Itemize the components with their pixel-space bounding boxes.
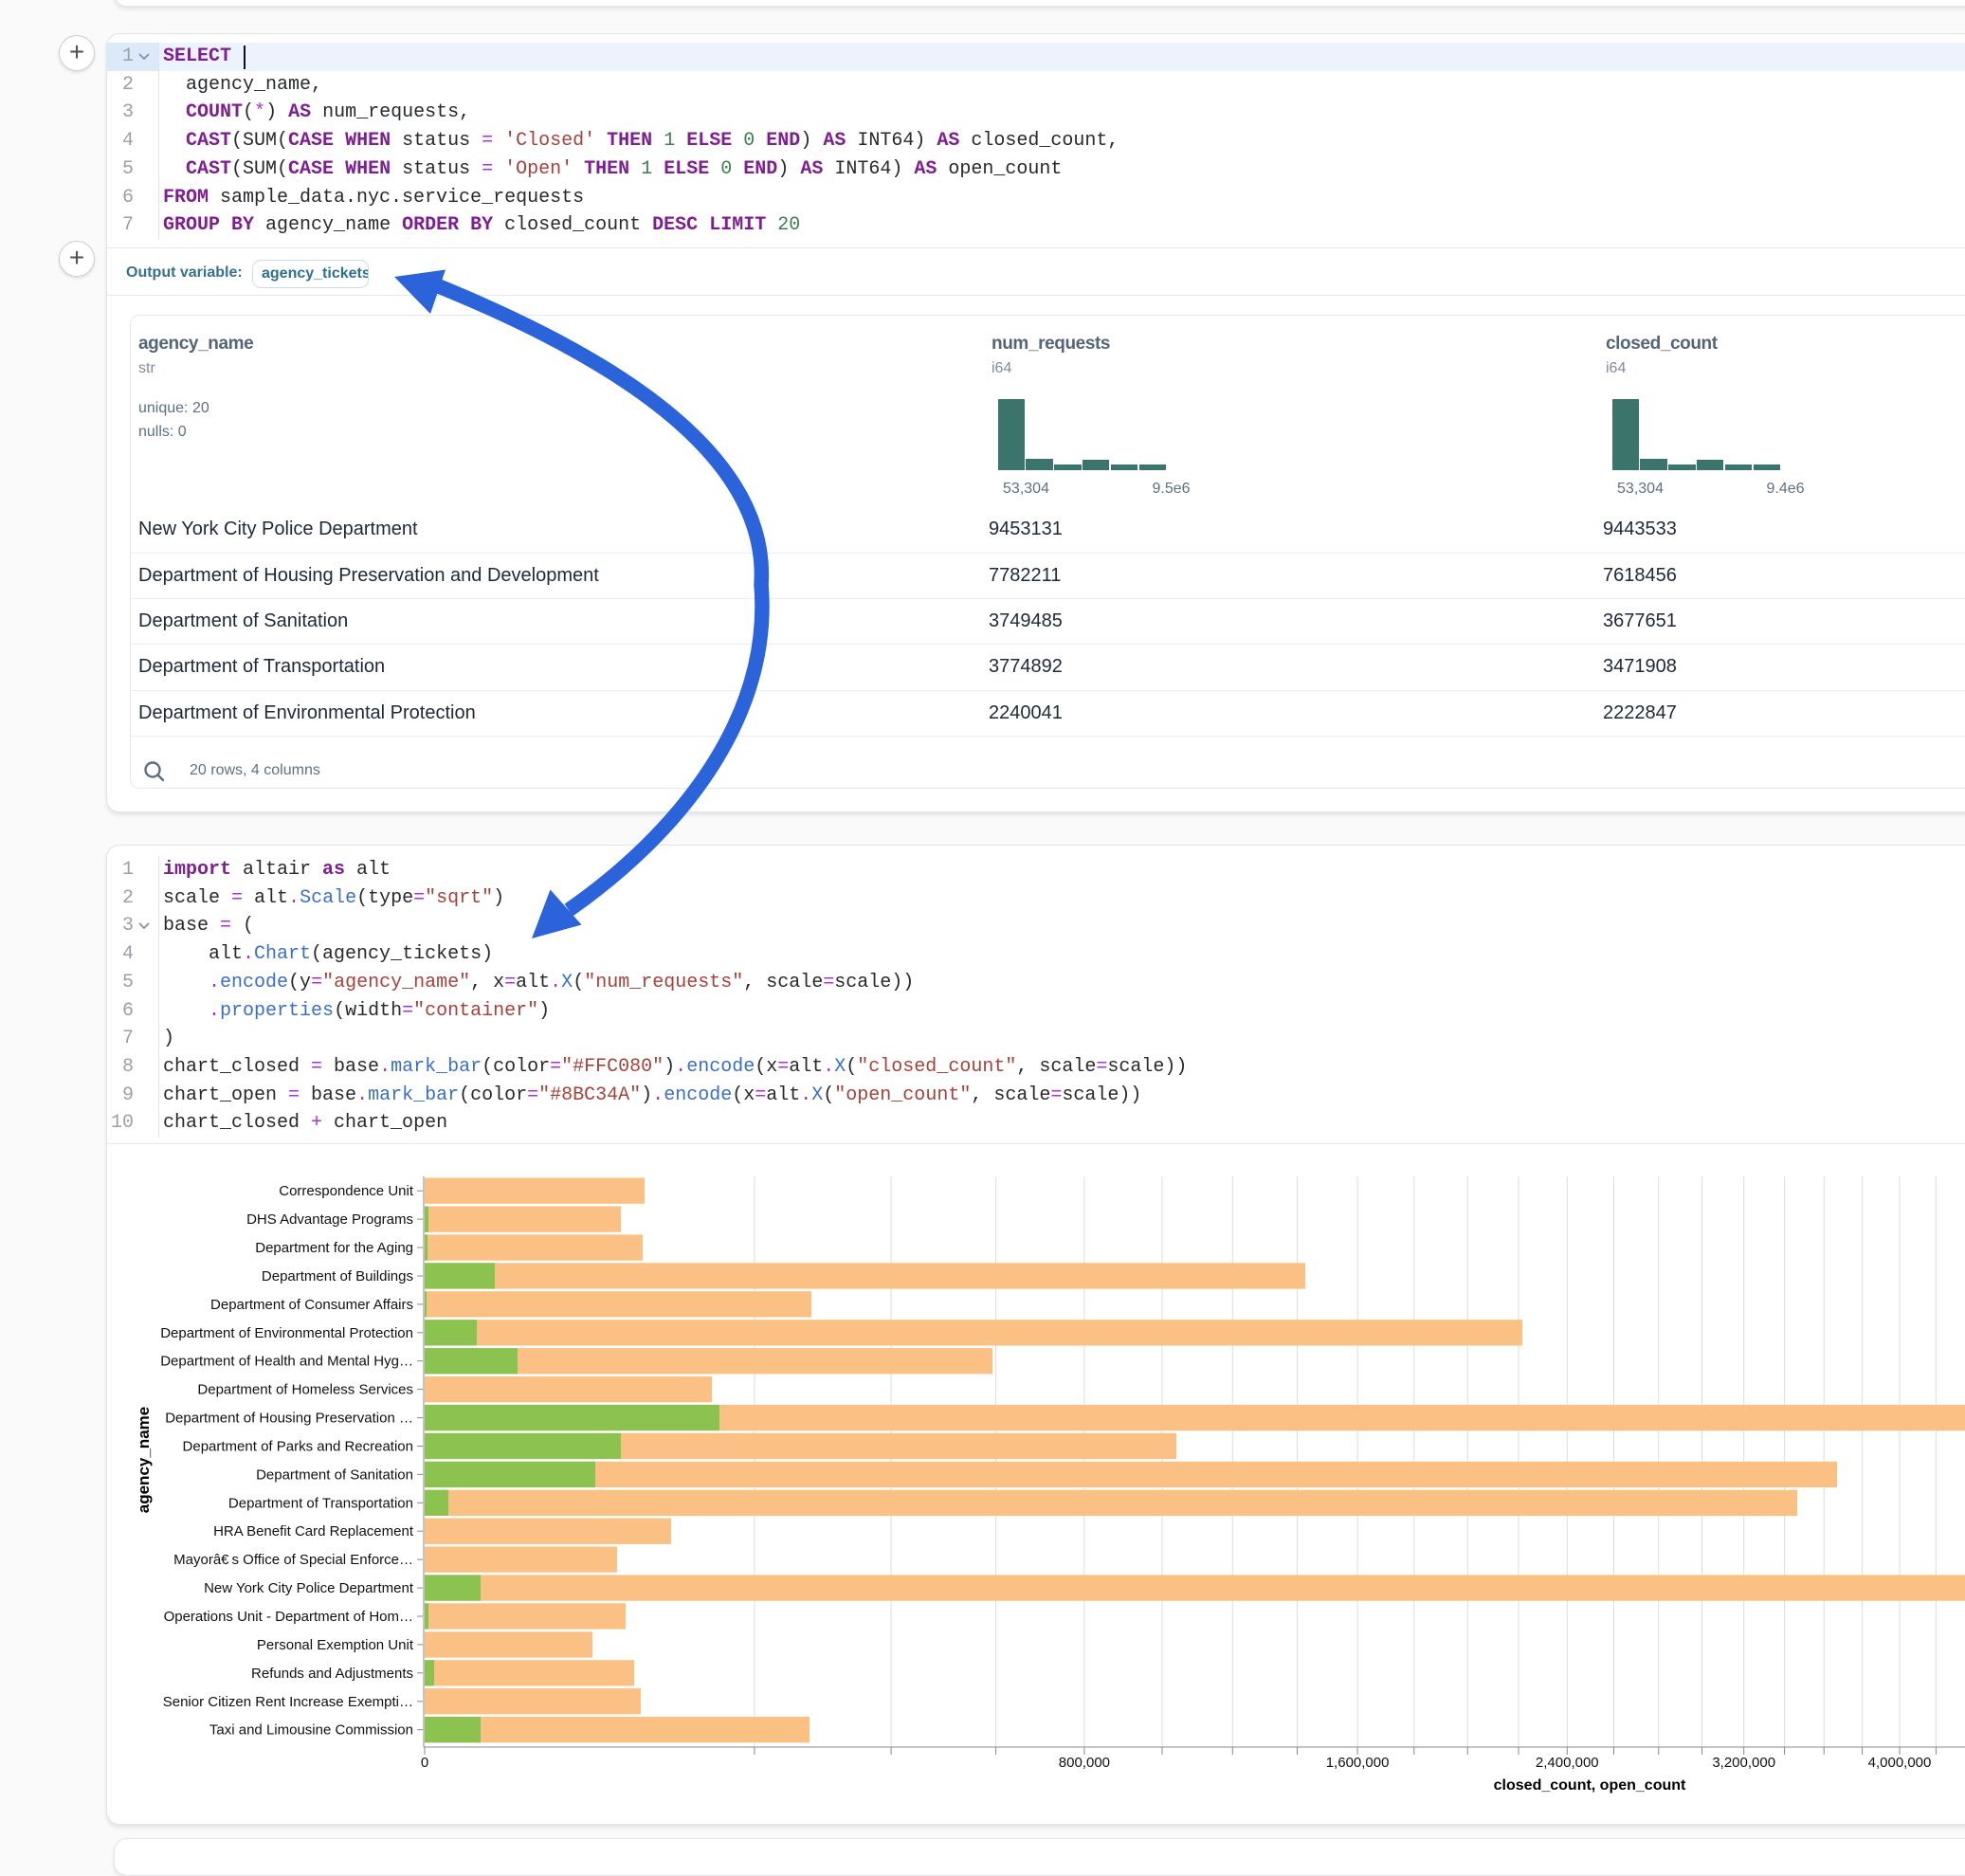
svg-text:Department of Housing Preserva: Department of Housing Preservation … <box>165 1411 413 1427</box>
svg-text:Mayorâ€ s Office of Special En: Mayorâ€ s Office of Special Enforce… <box>173 1552 413 1568</box>
svg-text:3,200,000: 3,200,000 <box>1712 1755 1775 1771</box>
svg-text:Department of Sanitation: Department of Sanitation <box>256 1466 413 1483</box>
svg-text:HRA Benefit Card Replacement: HRA Benefit Card Replacement <box>213 1523 414 1539</box>
svg-text:Department of Health and Menta: Department of Health and Mental Hyg… <box>160 1354 413 1370</box>
svg-text:Senior Citizen Rent Increase E: Senior Citizen Rent Increase Exempti… <box>163 1694 413 1710</box>
svg-text:Department of Transportation: Department of Transportation <box>228 1495 413 1511</box>
svg-text:agency_name: agency_name <box>135 1407 153 1513</box>
svg-text:2,400,000: 2,400,000 <box>1536 1755 1599 1771</box>
svg-text:Department of Homeless Service: Department of Homeless Services <box>197 1382 413 1398</box>
svg-text:Department for the Aging: Department for the Aging <box>255 1240 413 1256</box>
svg-text:4,000,000: 4,000,000 <box>1868 1755 1932 1771</box>
svg-text:Taxi and Limousine Commission: Taxi and Limousine Commission <box>209 1722 413 1739</box>
svg-text:Department of Buildings: Department of Buildings <box>262 1268 413 1284</box>
svg-text:Refunds and Adjustments: Refunds and Adjustments <box>251 1666 413 1682</box>
svg-text:Operations Unit - Department o: Operations Unit - Department of Hom… <box>164 1609 413 1625</box>
svg-text:Department of Consumer Affairs: Department of Consumer Affairs <box>210 1297 413 1313</box>
svg-text:1,600,000: 1,600,000 <box>1326 1755 1390 1771</box>
svg-text:Correspondence Unit: Correspondence Unit <box>279 1183 414 1199</box>
svg-text:Department of Environmental Pr: Department of Environmental Protection <box>160 1325 413 1341</box>
svg-text:closed_count, open_count: closed_count, open_count <box>1494 1777 1686 1794</box>
svg-text:Personal Exemption Unit: Personal Exemption Unit <box>257 1637 414 1653</box>
svg-text:Department of Parks and Recrea: Department of Parks and Recreation <box>183 1439 413 1455</box>
svg-text:DHS Advantage Programs: DHS Advantage Programs <box>246 1211 413 1228</box>
svg-text:800,000: 800,000 <box>1059 1755 1110 1771</box>
svg-text:New York City Police Departmen: New York City Police Department <box>204 1580 414 1596</box>
svg-text:0: 0 <box>421 1755 428 1771</box>
